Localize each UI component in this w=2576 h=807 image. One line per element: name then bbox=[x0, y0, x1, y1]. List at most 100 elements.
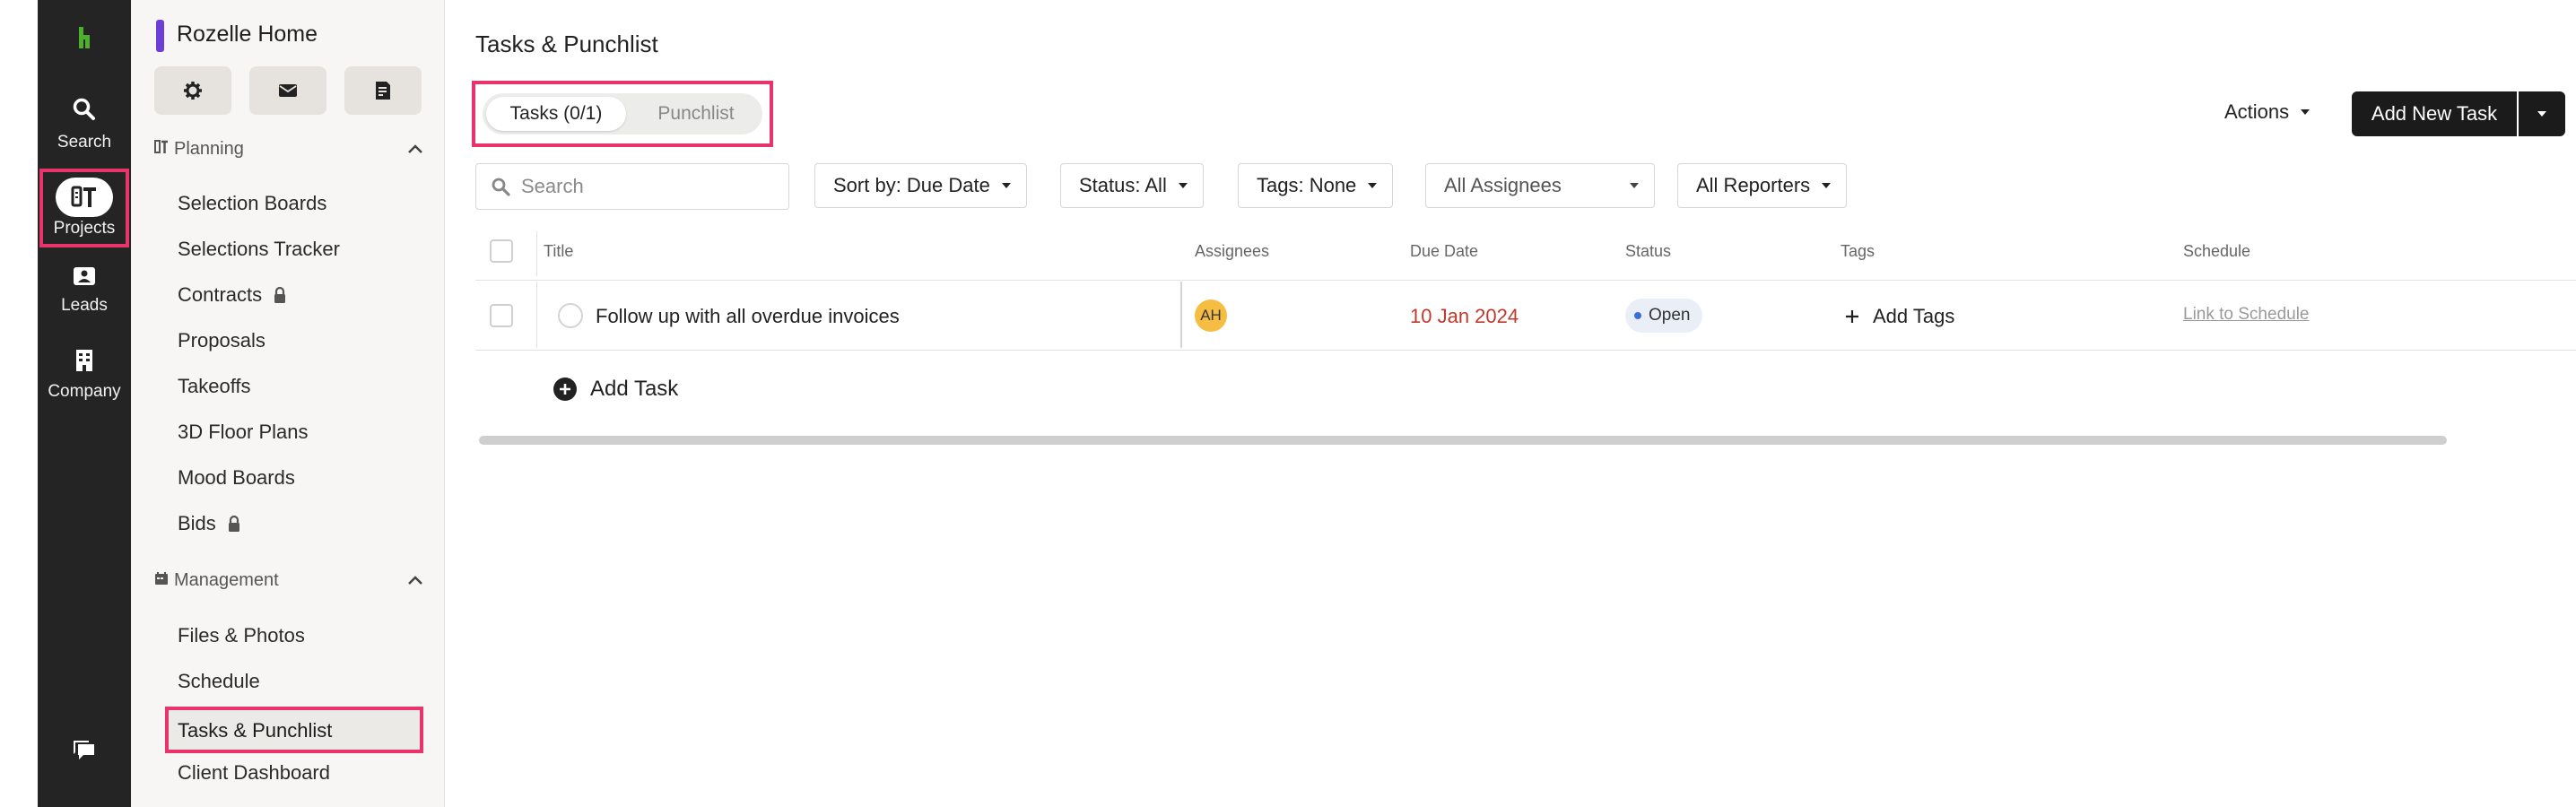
calendar-icon bbox=[154, 570, 174, 591]
column-header-title[interactable]: Title bbox=[544, 242, 573, 261]
sidebar-item-files-photos[interactable]: Files & Photos bbox=[178, 624, 305, 647]
project-name[interactable]: Rozelle Home bbox=[177, 22, 318, 48]
icon-rail: Search Projects Leads Company bbox=[38, 0, 131, 807]
rail-search[interactable]: Search bbox=[38, 97, 131, 152]
search-placeholder: Search bbox=[521, 175, 584, 197]
sidebar-item-contracts[interactable]: Contracts bbox=[178, 283, 287, 307]
sidebar-item-label: 3D Floor Plans bbox=[178, 421, 309, 443]
column-divider bbox=[536, 282, 537, 348]
column-header-status[interactable]: Status bbox=[1625, 242, 1671, 261]
rail-company-label: Company bbox=[48, 382, 121, 401]
lock-icon bbox=[274, 286, 286, 303]
actions-dropdown[interactable]: Actions bbox=[2224, 100, 2311, 124]
chat-icon bbox=[74, 741, 94, 759]
chevron-up-icon[interactable] bbox=[407, 139, 423, 160]
add-tags-label: Add Tags bbox=[1873, 305, 1955, 327]
project-sidebar: Rozelle Home Planning Selection Boards S… bbox=[131, 0, 445, 807]
plus-icon bbox=[1846, 310, 1858, 323]
sidebar-item-label: Takeoffs bbox=[178, 375, 251, 397]
row-divider bbox=[475, 350, 2576, 351]
tab-punchlist[interactable]: Punchlist bbox=[633, 97, 759, 131]
section-management[interactable]: Management bbox=[154, 567, 423, 594]
add-new-task-button[interactable]: Add New Task bbox=[2352, 91, 2517, 136]
rail-leads-label: Leads bbox=[61, 296, 108, 315]
caret-down-icon bbox=[1178, 183, 1188, 188]
sidebar-item-schedule[interactable]: Schedule bbox=[178, 670, 260, 693]
settings-button[interactable] bbox=[154, 66, 231, 115]
sort-dropdown[interactable]: Sort by: Due Date bbox=[814, 163, 1027, 208]
caret-down-icon bbox=[1368, 183, 1378, 188]
tab-tasks[interactable]: Tasks (0/1) bbox=[486, 97, 626, 131]
contact-card-icon bbox=[74, 267, 95, 285]
add-task-row-button[interactable]: Add Task bbox=[553, 377, 678, 402]
column-header-tags[interactable]: Tags bbox=[1841, 242, 1875, 261]
status-filter-label: Status: All bbox=[1079, 174, 1167, 196]
rail-company[interactable]: Company bbox=[38, 348, 131, 402]
sidebar-item-selection-boards[interactable]: Selection Boards bbox=[178, 192, 326, 215]
section-planning-title: Planning bbox=[174, 138, 244, 159]
sidebar-item-proposals[interactable]: Proposals bbox=[178, 329, 265, 352]
add-tags-button[interactable]: Add Tags bbox=[1844, 305, 1954, 328]
chevron-up-icon[interactable] bbox=[407, 570, 423, 591]
planning-icon bbox=[154, 139, 174, 160]
tags-filter[interactable]: Tags: None bbox=[1238, 163, 1394, 208]
search-icon bbox=[73, 98, 95, 120]
chat-button[interactable] bbox=[38, 739, 131, 764]
mail-icon bbox=[279, 84, 297, 97]
rail-projects-label: Projects bbox=[53, 219, 116, 238]
sidebar-item-client-dashboard[interactable]: Client Dashboard bbox=[178, 761, 330, 785]
avatar[interactable]: AH bbox=[1195, 299, 1227, 332]
search-icon bbox=[492, 178, 510, 196]
complete-task-toggle[interactable] bbox=[558, 303, 583, 328]
rail-leads[interactable]: Leads bbox=[38, 265, 131, 316]
status-badge[interactable]: Open bbox=[1625, 299, 1703, 333]
project-color-bar bbox=[156, 20, 164, 52]
horizontal-scrollbar[interactable] bbox=[479, 436, 2447, 445]
sidebar-item-label: Schedule bbox=[178, 670, 260, 692]
status-filter[interactable]: Status: All bbox=[1060, 163, 1204, 208]
caret-down-icon bbox=[1822, 183, 1832, 188]
sidebar-item-label: Tasks & Punchlist bbox=[178, 719, 333, 742]
sidebar-item-label: Bids bbox=[178, 512, 216, 534]
link-to-schedule[interactable]: Link to Schedule bbox=[2183, 305, 2310, 325]
task-title[interactable]: Follow up with all overdue invoices bbox=[596, 305, 900, 328]
sidebar-item-selections-tracker[interactable]: Selections Tracker bbox=[178, 238, 340, 261]
section-planning[interactable]: Planning bbox=[154, 135, 423, 162]
invoice-button[interactable] bbox=[344, 66, 422, 115]
receipt-icon bbox=[376, 82, 390, 100]
due-date[interactable]: 10 Jan 2024 bbox=[1410, 305, 1519, 328]
lock-icon bbox=[228, 515, 239, 532]
sidebar-item-mood-boards[interactable]: Mood Boards bbox=[178, 466, 295, 490]
sidebar-item-label: Client Dashboard bbox=[178, 761, 330, 784]
column-header-schedule[interactable]: Schedule bbox=[2183, 242, 2250, 261]
search-input[interactable]: Search bbox=[475, 163, 789, 210]
brand-logo-icon[interactable] bbox=[68, 23, 100, 52]
add-task-menu-button[interactable] bbox=[2519, 91, 2565, 136]
column-divider bbox=[536, 231, 537, 276]
caret-down-icon bbox=[2301, 109, 2311, 115]
reporters-filter[interactable]: All Reporters bbox=[1677, 163, 1848, 208]
caret-down-icon bbox=[2537, 111, 2546, 117]
sidebar-item-tasks-punchlist[interactable]: Tasks & Punchlist bbox=[165, 707, 423, 753]
sidebar-item-takeoffs[interactable]: Takeoffs bbox=[178, 375, 251, 398]
select-all-checkbox[interactable] bbox=[490, 239, 513, 263]
segmented-control: Tasks (0/1) Punchlist bbox=[483, 93, 762, 134]
section-management-title: Management bbox=[174, 569, 279, 590]
sidebar-item-label: Proposals bbox=[178, 329, 265, 351]
sidebar-item-3d-floor-plans[interactable]: 3D Floor Plans bbox=[178, 421, 309, 444]
sidebar-item-bids[interactable]: Bids bbox=[178, 512, 241, 535]
column-divider bbox=[1180, 282, 1182, 348]
rail-projects[interactable]: Projects bbox=[39, 169, 129, 247]
mail-button[interactable] bbox=[249, 66, 326, 115]
column-header-assignees[interactable]: Assignees bbox=[1195, 242, 1269, 261]
actions-label: Actions bbox=[2224, 100, 2290, 123]
row-checkbox[interactable] bbox=[490, 304, 513, 327]
add-task-row-label: Add Task bbox=[590, 377, 679, 401]
status-dot bbox=[1634, 312, 1641, 319]
column-header-due-date[interactable]: Due Date bbox=[1410, 242, 1478, 261]
page-title: Tasks & Punchlist bbox=[475, 30, 658, 57]
reporters-filter-label: All Reporters bbox=[1696, 174, 1811, 196]
assignees-filter[interactable]: All Assignees bbox=[1425, 163, 1655, 208]
main-content: Tasks & Punchlist Tasks (0/1) Punchlist … bbox=[445, 0, 2576, 807]
projects-icon bbox=[56, 178, 113, 217]
